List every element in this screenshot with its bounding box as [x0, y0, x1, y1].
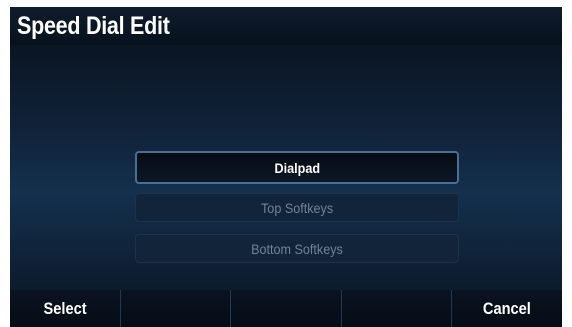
option-top-softkeys-label: Top Softkeys	[260, 199, 334, 216]
select-softkey[interactable]: Select	[10, 290, 121, 327]
option-bottom-softkeys-label: Bottom Softkeys	[251, 240, 343, 257]
title-bar: Speed Dial Edit	[10, 7, 562, 45]
phone-screen: Speed Dial Edit Dialpad Top Softkeys Bot…	[10, 7, 562, 327]
option-bottom-softkeys[interactable]: Bottom Softkeys	[135, 234, 459, 263]
options-panel: Dialpad Top Softkeys Bottom Softkeys	[10, 45, 562, 290]
cancel-softkey[interactable]: Cancel	[452, 290, 562, 327]
softkey-2[interactable]	[121, 290, 232, 327]
cancel-softkey-label: Cancel	[483, 298, 532, 318]
softkey-bar: Select Cancel	[10, 290, 562, 327]
option-top-softkeys[interactable]: Top Softkeys	[135, 193, 459, 222]
option-dialpad-label: Dialpad	[274, 159, 320, 176]
option-dialpad[interactable]: Dialpad	[135, 151, 459, 184]
page-title: Speed Dial Edit	[17, 12, 170, 40]
softkey-4[interactable]	[342, 290, 453, 327]
softkey-3[interactable]	[231, 290, 342, 327]
select-softkey-label: Select	[43, 298, 87, 318]
